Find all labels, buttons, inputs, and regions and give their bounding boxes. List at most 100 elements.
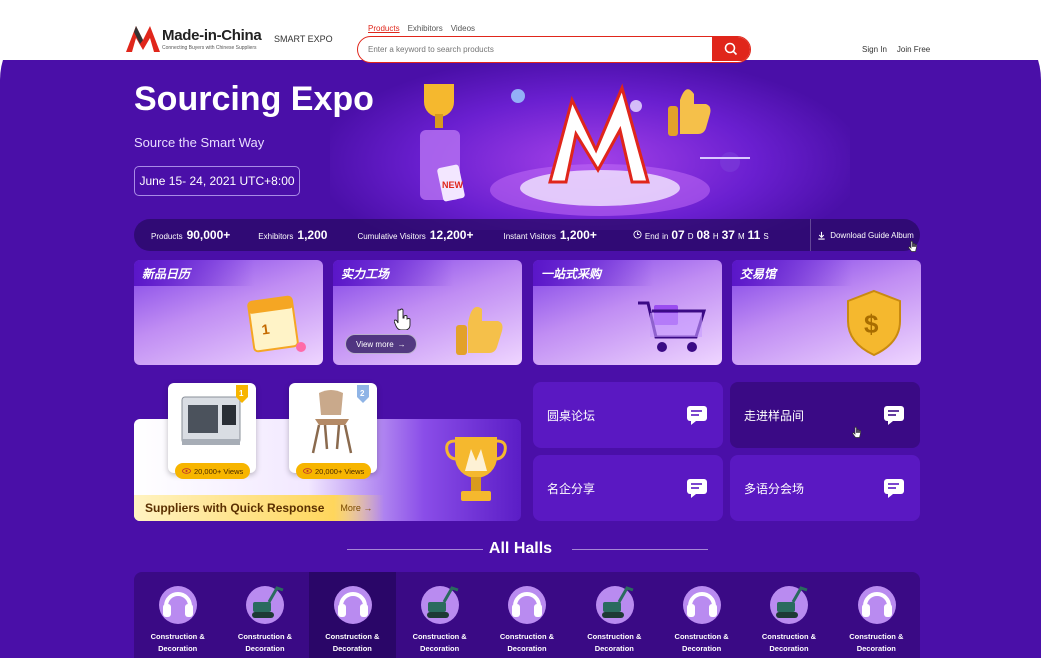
hall-label-line2: Decoration bbox=[245, 644, 285, 653]
views-badge: 20,000+ Views bbox=[296, 463, 372, 479]
eye-icon bbox=[182, 468, 191, 474]
hall-item[interactable]: Construction & Decoration bbox=[396, 572, 483, 658]
stat-cumulative-visitors: Cumulative Visitors 12,200+ bbox=[357, 228, 473, 242]
stat-products-value: 90,000+ bbox=[186, 228, 231, 242]
thumbs-up-icon bbox=[456, 306, 503, 355]
feature-card-trade-hall[interactable]: 交易馆 $ bbox=[732, 260, 921, 365]
headphones-icon bbox=[333, 580, 373, 631]
hall-label-line1: Construction & bbox=[412, 632, 467, 641]
tab-videos[interactable]: Videos bbox=[451, 24, 475, 33]
hall-label: Construction & Decoration bbox=[571, 631, 658, 655]
forum-label: 走进样品间 bbox=[744, 408, 805, 423]
feature-card-factory[interactable]: 实力工场 View more → bbox=[333, 260, 522, 365]
suppliers-title: Suppliers with Quick Response bbox=[145, 501, 325, 515]
forum-roundtable[interactable]: 圆桌论坛 bbox=[533, 382, 723, 448]
feature-card-title: 新品日历 bbox=[134, 260, 254, 286]
suppliers-label-bar: Suppliers with Quick Response More → bbox=[134, 495, 384, 521]
feature-card-title: 交易馆 bbox=[732, 260, 852, 286]
hall-item[interactable]: Construction & Decoration bbox=[833, 572, 920, 658]
hero-subtitle: Source the Smart Way bbox=[134, 135, 265, 150]
hall-label-line2: Decoration bbox=[856, 644, 896, 653]
search-tabs: Products Exhibitors Videos bbox=[368, 24, 475, 33]
hall-label: Construction & Decoration bbox=[134, 631, 221, 655]
download-icon bbox=[818, 231, 825, 240]
arrow-right-icon: → bbox=[363, 503, 373, 513]
feature-card-title: 一站式采购 bbox=[533, 260, 653, 286]
hall-label-line2: Decoration bbox=[507, 644, 547, 653]
dollar-shield-icon: $ bbox=[847, 289, 901, 357]
feature-card-title: 实力工场 bbox=[333, 260, 453, 286]
hall-item[interactable]: Construction & Decoration bbox=[134, 572, 221, 658]
hall-label-line1: Construction & bbox=[325, 632, 380, 641]
site-logo[interactable]: Made-in-China Connecting Buyers with Chi… bbox=[126, 26, 266, 58]
hall-item[interactable]: Construction & Decoration bbox=[483, 572, 570, 658]
countdown-minutes-unit: M bbox=[737, 232, 745, 241]
hall-label: Construction & Decoration bbox=[483, 631, 570, 655]
view-more-button[interactable]: View more → bbox=[345, 334, 417, 354]
countdown-in-label: in bbox=[662, 232, 669, 241]
calendar-icon: 1 bbox=[247, 295, 306, 353]
hall-label-line2: Decoration bbox=[420, 644, 460, 653]
hall-label-line1: Construction & bbox=[849, 632, 904, 641]
feature-card-one-stop[interactable]: 一站式采购 bbox=[533, 260, 722, 365]
countdown-hours-unit: H bbox=[712, 232, 719, 241]
hall-item[interactable]: Construction & Decoration bbox=[221, 572, 308, 658]
search-button[interactable] bbox=[712, 37, 750, 61]
stat-cumulative-label: Cumulative Visitors bbox=[357, 232, 426, 241]
hall-item[interactable]: Construction & Decoration bbox=[745, 572, 832, 658]
download-guide-button[interactable]: Download Guide Album bbox=[810, 219, 920, 251]
countdown-seconds-unit: S bbox=[763, 232, 769, 241]
stat-instant-visitors: Instant Visitors 1,200+ bbox=[504, 228, 597, 242]
logo-m-icon bbox=[126, 26, 160, 52]
countdown-hours: 08 bbox=[696, 228, 710, 242]
stat-instant-label: Instant Visitors bbox=[503, 232, 556, 241]
hall-item[interactable]: Construction & Decoration bbox=[308, 572, 396, 658]
forum-enterprise-sharing[interactable]: 名企分享 bbox=[533, 455, 723, 521]
excavator-icon bbox=[769, 580, 809, 631]
feature-card-new-products[interactable]: 新品日历 1 bbox=[134, 260, 323, 365]
hero-new-badge: NEW bbox=[442, 180, 464, 190]
countdown-days: 07 bbox=[671, 228, 685, 242]
hall-label-line1: Construction & bbox=[674, 632, 729, 641]
mouse-cursor-icon bbox=[852, 426, 861, 438]
hall-label-line1: Construction & bbox=[587, 632, 642, 641]
forum-label: 名企分享 bbox=[547, 481, 596, 496]
hall-label: Construction & Decoration bbox=[396, 631, 483, 655]
stat-exhibitors-value: 1,200 bbox=[297, 228, 328, 242]
excavator-icon bbox=[420, 580, 460, 631]
tab-exhibitors[interactable]: Exhibitors bbox=[408, 24, 443, 33]
top-header: Made-in-China Connecting Buyers with Chi… bbox=[0, 10, 1041, 63]
all-halls-title: All Halls bbox=[488, 540, 553, 557]
hall-label: Construction & Decoration bbox=[221, 631, 308, 655]
views-count: 20,000+ Views bbox=[194, 466, 244, 476]
product-card-chair[interactable]: 2 bbox=[289, 383, 377, 473]
hall-item[interactable]: Construction & Decoration bbox=[571, 572, 658, 658]
forum-sample-room[interactable]: 走进样品间 bbox=[730, 382, 920, 448]
chat-bubble-icon bbox=[884, 479, 904, 498]
tab-products[interactable]: Products bbox=[368, 24, 400, 33]
hall-label: Construction & Decoration bbox=[309, 631, 396, 655]
hero-illustration: NEW bbox=[420, 83, 750, 216]
rank-number: 2 bbox=[360, 389, 365, 398]
forum-label: 多语分会场 bbox=[744, 481, 805, 496]
product-card-cnc-machine[interactable]: 1 bbox=[168, 383, 256, 473]
search-input[interactable] bbox=[368, 37, 708, 61]
hall-item[interactable]: Construction & Decoration bbox=[658, 572, 745, 658]
trophy-icon bbox=[445, 437, 507, 501]
headphones-icon bbox=[682, 580, 722, 631]
stat-products: Products 90,000+ bbox=[151, 228, 230, 242]
hero-date-badge: June 15- 24, 2021 UTC+8:00 bbox=[134, 166, 300, 196]
countdown-seconds: 11 bbox=[747, 228, 761, 242]
hero-title: Sourcing Expo bbox=[134, 80, 374, 118]
forum-multilingual-venue[interactable]: 多语分会场 bbox=[730, 455, 920, 521]
excavator-icon bbox=[245, 580, 285, 631]
arrow-right-icon: → bbox=[397, 339, 406, 349]
hall-label: Construction & Decoration bbox=[745, 631, 832, 655]
suppliers-more-link[interactable]: More → bbox=[340, 503, 372, 513]
sign-in-link[interactable]: Sign In bbox=[862, 45, 887, 54]
hall-label-line1: Construction & bbox=[499, 632, 555, 641]
shopping-cart-icon bbox=[638, 301, 707, 352]
join-free-link[interactable]: Join Free bbox=[897, 45, 930, 54]
countdown-minutes: 37 bbox=[721, 228, 735, 242]
section-name[interactable]: SMART EXPO bbox=[274, 34, 333, 44]
